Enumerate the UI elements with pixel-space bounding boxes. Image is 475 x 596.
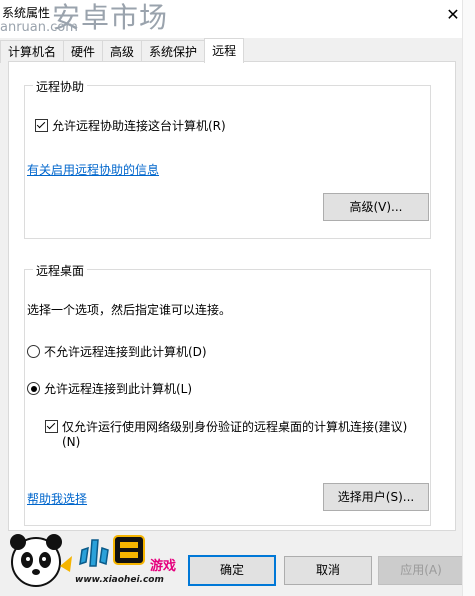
remote-desktop-group: 远程桌面 选择一个选项，然后指定谁可以连接。 不允许远程连接到此计算机(D) 允… [24,262,431,526]
nla-only-checkbox[interactable] [45,420,58,433]
window-title: 系统属性 [2,6,51,20]
select-users-button[interactable]: 选择用户(S)... [323,483,429,511]
deny-remote-option[interactable]: 不允许远程连接到此计算机(D) [27,343,207,360]
remote-assistance-group: 远程协助 允许远程协助连接这台计算机(R) 有关启用远程协助的信息 高级(V).… [24,78,431,239]
allow-remote-assistance-checkbox[interactable] [35,119,48,132]
nla-only-label-line1: 仅允许运行使用网络级别身份验证的远程桌面的计算机连接(建议) [62,420,408,434]
deny-remote-label: 不允许远程连接到此计算机(D) [44,345,207,359]
allow-remote-assistance-label: 允许远程协助连接这台计算机(R) [52,119,226,133]
nla-only-label-line2: (N) [62,435,81,449]
advanced-button[interactable]: 高级(V)... [323,193,429,221]
tab-hardware[interactable]: 硬件 [63,40,104,63]
ok-button[interactable]: 确定 [188,555,276,586]
close-icon: ✕ [446,4,460,24]
remote-tab-panel: 远程协助 允许远程协助连接这台计算机(R) 有关启用远程协助的信息 高级(V).… [8,61,456,531]
watermark-url: anruan.com [0,20,78,35]
remote-assistance-title: 远程协助 [33,78,88,95]
allow-remote-label: 允许远程连接到此计算机(L) [44,382,193,396]
allow-remote-assistance-row[interactable]: 允许远程协助连接这台计算机(R) [35,117,226,134]
remote-desktop-title: 远程桌面 [33,262,88,279]
tab-computer-name[interactable]: 计算机名 [0,40,65,63]
tab-system-protection[interactable]: 系统保护 [141,40,206,63]
allow-remote-option[interactable]: 允许远程连接到此计算机(L) [27,380,192,397]
allow-remote-radio[interactable] [27,382,40,395]
apply-button[interactable]: 应用(A) [378,556,464,585]
help-me-choose-link[interactable]: 帮助我选择 [27,490,87,507]
nla-only-row[interactable]: 仅允许运行使用网络级别身份验证的远程桌面的计算机连接(建议) [45,418,407,435]
remote-assistance-info-link[interactable]: 有关启用远程协助的信息 [27,161,159,178]
tab-remote[interactable]: 远程 [204,38,245,63]
cancel-button[interactable]: 取消 [284,556,372,585]
deny-remote-radio[interactable] [27,345,40,358]
remote-desktop-instruction: 选择一个选项，然后指定谁可以连接。 [27,303,232,317]
logo-game-text: 游戏 [150,559,177,574]
title-bar: 系统属性 安卓市场 anruan.com ✕ [0,0,475,38]
tab-advanced[interactable]: 高级 [102,40,143,63]
window-right-edge [462,0,475,596]
logo-url-text: www.xiaohei.com [75,575,164,585]
tab-bar: 计算机名 硬件 高级 系统保护 远程 [0,38,245,63]
